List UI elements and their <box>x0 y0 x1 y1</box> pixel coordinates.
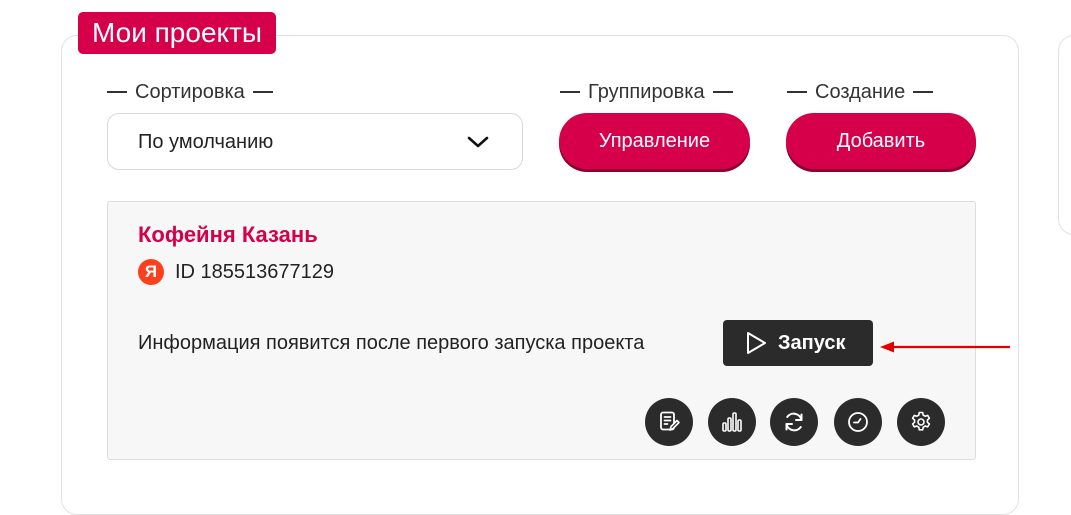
project-info-text: Информация появится после первого запуск… <box>138 332 645 354</box>
project-id: ID 185513677129 <box>175 261 335 283</box>
dash-left <box>787 90 807 93</box>
side-panel <box>1058 35 1071 235</box>
statistics-button[interactable] <box>708 398 756 446</box>
sort-select[interactable]: По умолчанию <box>107 113 523 170</box>
manage-button[interactable]: Управление <box>559 113 750 169</box>
launch-button[interactable]: Запуск <box>723 320 873 366</box>
page-title: Мои проекты <box>78 12 277 54</box>
report-edit-icon <box>660 411 680 431</box>
yandex-icon: Я <box>138 259 164 285</box>
report-edit-button[interactable] <box>645 398 693 446</box>
dash-right <box>252 90 273 93</box>
play-icon <box>747 332 766 354</box>
create-section-label: Создание <box>787 80 934 104</box>
group-label: Группировка <box>588 81 705 103</box>
dash-left <box>560 90 580 93</box>
group-section-label: Группировка <box>560 80 733 104</box>
sort-section-label: Сортировка <box>107 80 273 104</box>
clock-icon <box>848 412 868 432</box>
bar-chart-icon <box>722 412 742 432</box>
add-button[interactable]: Добавить <box>786 113 976 169</box>
launch-button-label: Запуск <box>778 332 846 354</box>
refresh-icon <box>785 412 803 432</box>
settings-button[interactable] <box>897 398 945 446</box>
gear-icon <box>911 411 931 431</box>
refresh-button[interactable] <box>770 398 818 446</box>
sort-label: Сортировка <box>135 81 245 103</box>
project-name[interactable]: Кофейня Казань <box>138 222 318 248</box>
dash-right <box>913 90 934 93</box>
dash-right <box>712 90 733 93</box>
create-label: Создание <box>815 81 906 103</box>
chevron-down-icon <box>467 136 489 148</box>
schedule-button[interactable] <box>834 398 882 446</box>
dash-left <box>107 90 127 93</box>
sort-select-value: По умолчанию <box>138 131 274 153</box>
project-card: Кофейня Казань Я ID 185513677129 Информа… <box>107 201 976 460</box>
annotation-arrow-icon <box>880 341 1010 353</box>
